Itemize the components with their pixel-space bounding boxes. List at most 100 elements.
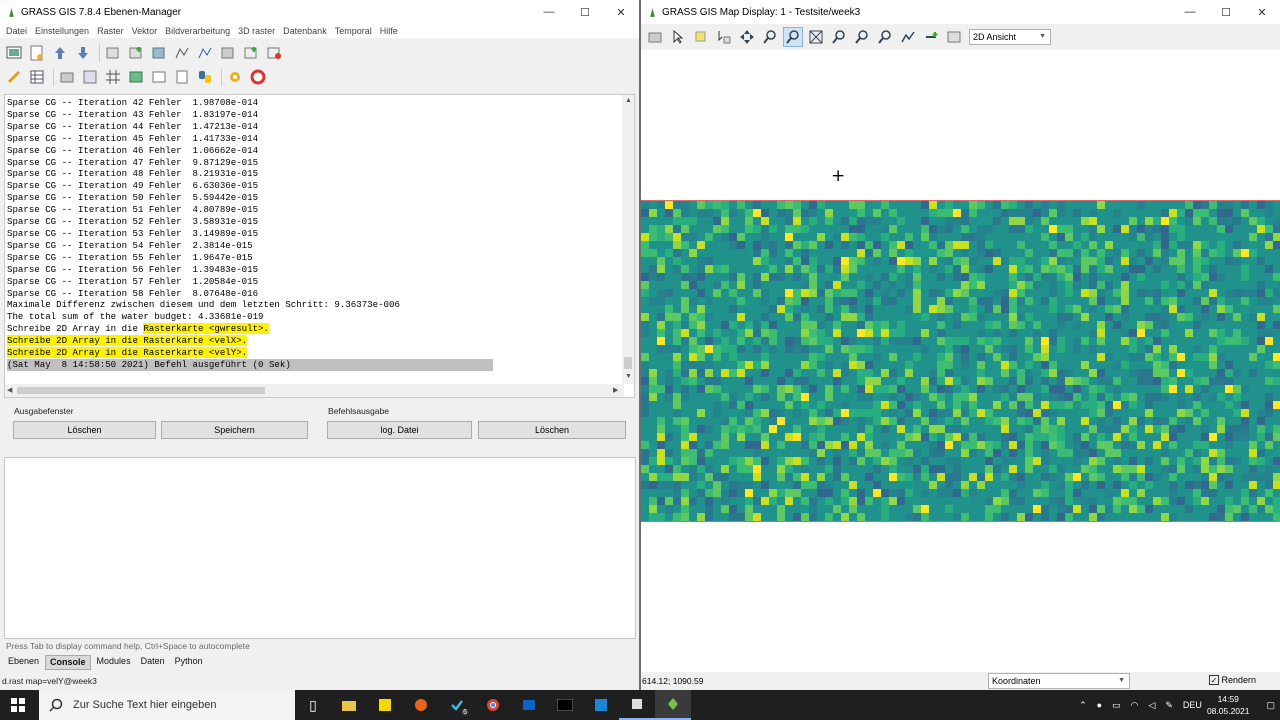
python-icon[interactable] (195, 67, 215, 87)
statusbar-mode-select[interactable]: Koordinaten ▼ (988, 673, 1130, 689)
edit-vector-icon[interactable] (4, 67, 24, 87)
clear-command-button[interactable]: Löschen (478, 421, 626, 439)
language-indicator[interactable]: DEU (1183, 700, 1202, 710)
zoom-out-icon[interactable] (783, 27, 803, 47)
scroll-thumb-horizontal[interactable] (17, 387, 265, 394)
clock[interactable]: 14:59 08.05.2021 (1207, 693, 1250, 717)
task-view-icon[interactable]: ▯ (295, 690, 331, 720)
query-icon[interactable] (714, 27, 734, 47)
save-display-icon[interactable] (944, 27, 964, 47)
menu-bildverarbeitung[interactable]: Bildverarbeitung (165, 26, 230, 36)
grass-taskbar-icon[interactable] (619, 690, 655, 720)
open-workspace-icon[interactable] (50, 43, 70, 63)
settings-icon[interactable] (225, 67, 245, 87)
attribute-table-icon[interactable] (27, 67, 47, 87)
add-raster-misc-icon[interactable] (149, 43, 169, 63)
terminal-icon[interactable] (547, 690, 583, 720)
grid-icon[interactable] (103, 67, 123, 87)
menu-vektor[interactable]: Vektor (132, 26, 158, 36)
remote-desktop-icon[interactable] (583, 690, 619, 720)
zoom-extent-icon[interactable] (806, 27, 826, 47)
save-workspace-icon[interactable] (73, 43, 93, 63)
select-icon[interactable] (691, 27, 711, 47)
outlook-icon[interactable] (511, 690, 547, 720)
scroll-up-icon[interactable]: ▲ (625, 97, 632, 104)
menu-einstellungen[interactable]: Einstellungen (35, 26, 89, 36)
microphone-icon[interactable]: ● (1097, 700, 1102, 710)
add-group-icon[interactable] (241, 43, 261, 63)
taskbar-search-input[interactable]: Zur Suche Text hier eingeben (39, 690, 295, 720)
maximize-icon[interactable]: ☐ (1208, 6, 1244, 19)
image-icon[interactable] (149, 67, 169, 87)
clear-output-button[interactable]: Löschen (13, 421, 156, 439)
minimize-icon[interactable]: — (1172, 6, 1208, 19)
menu-3d-raster[interactable]: 3D raster (238, 26, 275, 36)
close-icon[interactable]: ✕ (603, 6, 639, 19)
windows-start-icon[interactable] (0, 690, 36, 720)
add-map-layers-icon[interactable] (103, 43, 123, 63)
raster-cell (1057, 233, 1065, 241)
zoom-region-icon[interactable] (852, 27, 872, 47)
remove-layer-icon[interactable] (264, 43, 284, 63)
save-output-button[interactable]: Speichern (161, 421, 308, 439)
pan-icon[interactable] (737, 27, 757, 47)
volume-icon[interactable]: ◁ (1148, 700, 1155, 711)
raster-cell (745, 377, 753, 385)
script-icon[interactable] (172, 67, 192, 87)
tab-modules[interactable]: Modules (93, 655, 135, 670)
help-icon[interactable] (248, 67, 268, 87)
add-vector-misc-icon[interactable] (195, 43, 215, 63)
view-mode-select[interactable]: 2D Ansicht ▼ (969, 29, 1051, 45)
app-badge-icon[interactable]: 6 (439, 690, 475, 720)
menu-temporal[interactable]: Temporal (335, 26, 372, 36)
toolbar-separator (99, 44, 100, 62)
add-raster-icon[interactable] (126, 43, 146, 63)
pointer-icon[interactable] (668, 27, 688, 47)
close-icon[interactable]: ✕ (1244, 6, 1280, 19)
render-checkbox[interactable]: ✓ Rendern (1209, 675, 1256, 685)
battery-icon[interactable]: ▭ (1112, 700, 1121, 711)
tab-console[interactable]: Console (45, 655, 91, 670)
zoom-menu-icon[interactable] (875, 27, 895, 47)
scroll-thumb[interactable] (624, 357, 632, 369)
chrome-icon[interactable] (475, 690, 511, 720)
grass-map-taskbar-icon[interactable] (655, 690, 691, 720)
new-display-icon[interactable] (4, 43, 24, 63)
zoom-back-icon[interactable] (829, 27, 849, 47)
map-display-icon[interactable] (57, 67, 77, 87)
app-orange-icon[interactable] (403, 690, 439, 720)
file-explorer-icon[interactable] (331, 690, 367, 720)
menu-datenbank[interactable]: Datenbank (283, 26, 327, 36)
scroll-left-icon[interactable]: ◀ (7, 386, 12, 394)
command-input-area[interactable] (4, 457, 636, 639)
pen-icon[interactable]: ✎ (1165, 700, 1173, 711)
maximize-icon[interactable]: ☐ (567, 6, 603, 19)
tab-daten[interactable]: Daten (137, 655, 169, 670)
sticky-notes-icon[interactable] (367, 690, 403, 720)
layer-tools-icon[interactable] (80, 67, 100, 87)
network-icon[interactable]: ◠ (1131, 700, 1139, 711)
add-overlay-icon[interactable] (218, 43, 238, 63)
new-workspace-icon[interactable] (27, 43, 47, 63)
console-output[interactable]: Sparse CG -- Iteration 42 Fehler 1.98708… (4, 94, 635, 398)
chevron-up-icon[interactable]: ⌃ (1079, 700, 1087, 711)
log-file-button[interactable]: log. Datei (327, 421, 472, 439)
georectify-icon[interactable] (126, 67, 146, 87)
tab-python[interactable]: Python (171, 655, 207, 670)
menu-hilfe[interactable]: Hilfe (380, 26, 398, 36)
notification-icon[interactable]: ▢ (1266, 700, 1275, 711)
tab-ebenen[interactable]: Ebenen (4, 655, 43, 670)
zoom-in-icon[interactable] (760, 27, 780, 47)
add-vector-icon[interactable] (172, 43, 192, 63)
minimize-icon[interactable]: — (531, 6, 567, 19)
scroll-down-icon[interactable]: ▼ (625, 373, 632, 380)
render-map-icon[interactable] (645, 27, 665, 47)
map-canvas[interactable]: + (641, 50, 1280, 672)
vertical-scrollbar[interactable]: ▲ ▼ (622, 95, 634, 384)
horizontal-scrollbar[interactable]: ◀ ▶ (5, 384, 624, 397)
scroll-right-icon[interactable]: ▶ (613, 386, 618, 394)
menu-datei[interactable]: Datei (6, 26, 27, 36)
analyze-map-icon[interactable] (898, 27, 918, 47)
menu-raster[interactable]: Raster (97, 26, 124, 36)
overlay-decorations-icon[interactable] (921, 27, 941, 47)
